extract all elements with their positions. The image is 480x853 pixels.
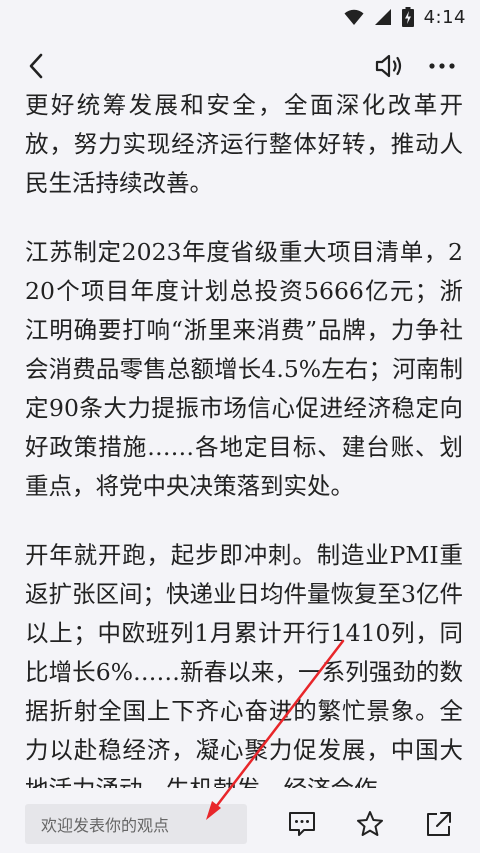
more-button[interactable] [422,46,462,86]
star-icon [357,811,383,836]
comment-icon [289,812,315,836]
article-paragraph: 江苏制定2023年度省级重大项目清单，220个项目年度计划总投资5666亿元；浙… [25,238,463,500]
share-icon [427,812,451,836]
more-horizontal-icon [429,63,455,69]
status-time: 4:14 [423,6,466,28]
share-button[interactable] [421,806,457,842]
audio-button[interactable] [369,46,409,86]
comment-placeholder: 欢迎发表你的观点 [41,816,170,835]
chevron-left-icon [29,53,43,79]
back-button[interactable] [16,46,56,86]
cellular-signal-icon [374,8,392,26]
top-toolbar [0,38,480,94]
speaker-icon [375,54,402,78]
battery-charging-icon [401,7,414,27]
article-paragraph: 更好统筹发展和安全，全面深化改革开放，努力实现经济运行整体好转，推动人民生活持续… [25,91,463,197]
comment-input[interactable]: 欢迎发表你的观点 [25,804,247,844]
article-content: 更好统筹发展和安全，全面深化改革开放，努力实现经济运行整体好转，推动人民生活持续… [25,88,463,788]
reading-screen: 4:14 更好统筹发展和安全，全面深化改革开放，努力实现经济运行整体好转，推动人… [0,0,480,853]
status-bar: 4:14 [0,0,480,34]
comments-button[interactable] [284,806,320,842]
wifi-icon [344,8,364,26]
favorite-button[interactable] [352,806,388,842]
article-paragraph: 开年就开跑，起步即冲刺。制造业PMI重返扩张区间；快递业日均件量恢复至3亿件以上… [25,541,463,788]
bottom-bar: 欢迎发表你的观点 [0,788,480,853]
article-body: 更好统筹发展和安全，全面深化改革开放，努力实现经济运行整体好转，推动人民生活持续… [0,88,480,788]
